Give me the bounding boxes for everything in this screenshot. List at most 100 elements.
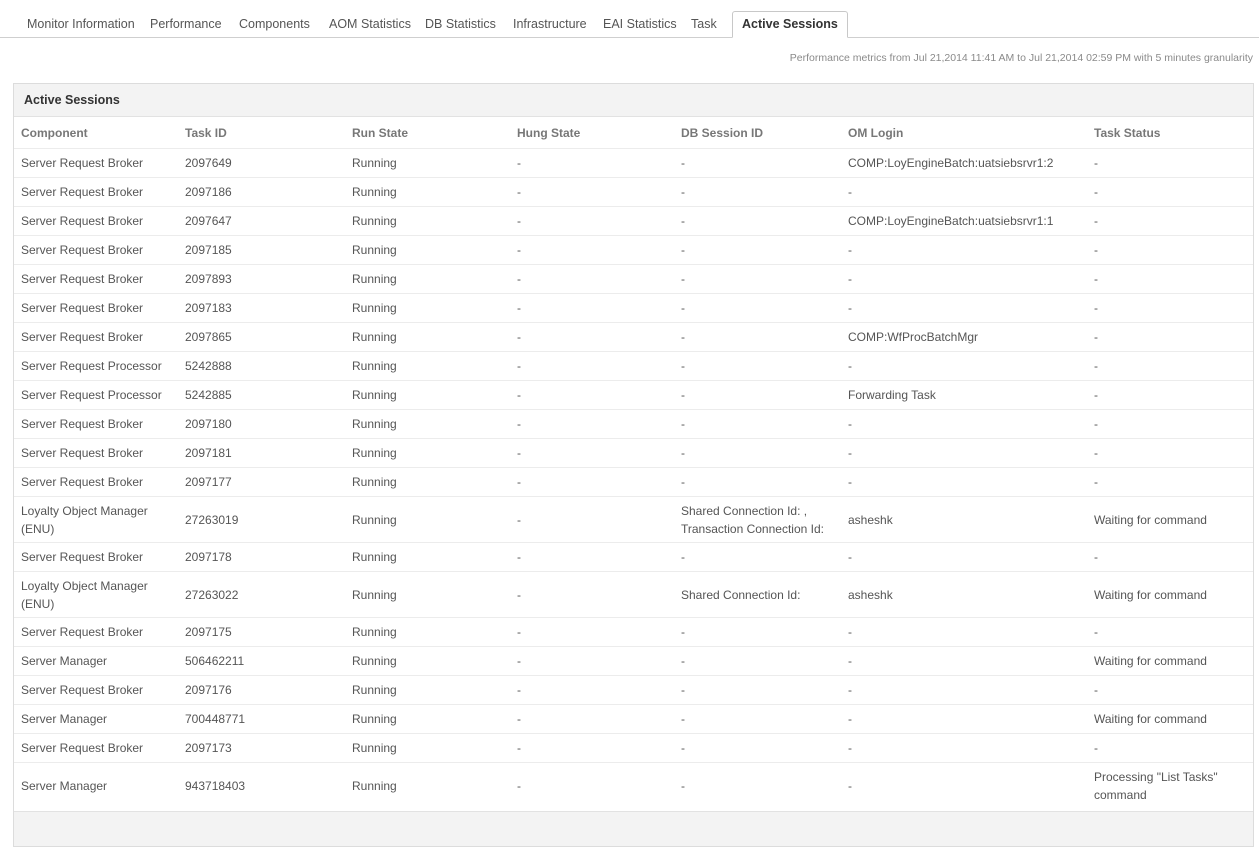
cell-om-login: asheshk bbox=[841, 571, 1087, 618]
column-header-om-login[interactable]: OM Login bbox=[841, 117, 1087, 149]
cell-component: Server Request Broker bbox=[14, 409, 178, 439]
cell-component: Loyalty Object Manager (ENU) bbox=[14, 496, 178, 543]
cell-om-login: - bbox=[841, 467, 1087, 497]
table-row[interactable]: Server Manager 700448771 Running - - - Waiting… bbox=[14, 704, 1253, 734]
table-row[interactable]: Server Request Broker 2097649 Running - - COM… bbox=[14, 148, 1253, 178]
cell-task-status: - bbox=[1087, 675, 1253, 705]
cell-component: Server Request Broker bbox=[14, 675, 178, 705]
table-row[interactable]: Server Request Processor 5242888 Running - -… bbox=[14, 351, 1253, 381]
table-row[interactable]: Server Request Broker 2097177 Running - - - - bbox=[14, 467, 1253, 497]
cell-task-id: 2097173 bbox=[178, 733, 345, 763]
table-row[interactable]: Loyalty Object Manager (ENU) 27263022 Runn… bbox=[14, 571, 1253, 618]
cell-task-status: - bbox=[1087, 351, 1253, 381]
cell-hung-state: - bbox=[510, 467, 674, 497]
active-sessions-panel: Active Sessions Component Task ID Run St… bbox=[13, 83, 1254, 847]
cell-task-status: Waiting for command bbox=[1087, 646, 1253, 676]
tab-db-statistics[interactable]: DB Statistics bbox=[416, 11, 505, 37]
cell-task-id: 2097175 bbox=[178, 617, 345, 647]
table-row[interactable]: Loyalty Object Manager (ENU) 27263019 Runn… bbox=[14, 496, 1253, 543]
cell-component: Server Request Broker bbox=[14, 206, 178, 236]
cell-task-id: 2097649 bbox=[178, 148, 345, 178]
table-row[interactable]: Server Request Broker 2097186 Running - - - - bbox=[14, 177, 1253, 207]
cell-component: Server Request Broker bbox=[14, 177, 178, 207]
table-row[interactable]: Server Request Broker 2097647 Running - - COM… bbox=[14, 206, 1253, 236]
tab-bar: Monitor Information Performance Componen… bbox=[0, 0, 1259, 38]
cell-db-session-id: - bbox=[674, 264, 841, 294]
cell-component: Server Request Broker bbox=[14, 322, 178, 352]
cell-db-session-id: - bbox=[674, 206, 841, 236]
cell-task-status: - bbox=[1087, 148, 1253, 178]
cell-om-login: - bbox=[841, 542, 1087, 572]
cell-task-status: - bbox=[1087, 177, 1253, 207]
cell-task-id: 506462211 bbox=[178, 646, 345, 676]
cell-run-state: Running bbox=[345, 733, 510, 763]
cell-om-login: - bbox=[841, 293, 1087, 323]
table-row[interactable]: Server Request Broker 2097178 Running - - - - bbox=[14, 542, 1253, 572]
cell-run-state: Running bbox=[345, 206, 510, 236]
cell-hung-state: - bbox=[510, 762, 674, 808]
cell-db-session-id: - bbox=[674, 293, 841, 323]
column-header-hung-state[interactable]: Hung State bbox=[510, 117, 674, 149]
cell-run-state: Running bbox=[345, 380, 510, 410]
table-row[interactable]: Server Request Broker 2097175 Running - - - - bbox=[14, 617, 1253, 647]
cell-om-login: - bbox=[841, 351, 1087, 381]
cell-db-session-id: - bbox=[674, 542, 841, 572]
tab-monitor-information[interactable]: Monitor Information bbox=[18, 11, 144, 37]
cell-db-session-id: Shared Connection Id: bbox=[674, 571, 841, 618]
column-header-component[interactable]: Component bbox=[14, 117, 178, 149]
table-row[interactable]: Server Manager 943718403 Running - - - Process… bbox=[14, 762, 1253, 808]
table-row[interactable]: Server Request Processor 5242885 Running - -… bbox=[14, 380, 1253, 410]
table-row[interactable]: Server Request Broker 2097893 Running - - - - bbox=[14, 264, 1253, 294]
tab-task[interactable]: Task bbox=[682, 11, 726, 37]
table-row[interactable]: Server Request Broker 2097865 Running - - COM… bbox=[14, 322, 1253, 352]
cell-component: Server Request Broker bbox=[14, 293, 178, 323]
cell-run-state: Running bbox=[345, 322, 510, 352]
cell-db-session-id: Shared Connection Id: , Transaction Conn… bbox=[674, 496, 841, 543]
cell-hung-state: - bbox=[510, 264, 674, 294]
cell-task-id: 2097865 bbox=[178, 322, 345, 352]
cell-task-id: 27263019 bbox=[178, 496, 345, 543]
cell-component: Server Request Broker bbox=[14, 438, 178, 468]
cell-task-id: 5242885 bbox=[178, 380, 345, 410]
tab-eai-statistics[interactable]: EAI Statistics bbox=[594, 11, 686, 37]
column-header-task-id[interactable]: Task ID bbox=[178, 117, 345, 149]
tab-infrastructure[interactable]: Infrastructure bbox=[504, 11, 596, 37]
cell-run-state: Running bbox=[345, 235, 510, 265]
cell-task-id: 2097176 bbox=[178, 675, 345, 705]
cell-run-state: Running bbox=[345, 177, 510, 207]
cell-om-login: - bbox=[841, 733, 1087, 763]
cell-run-state: Running bbox=[345, 351, 510, 381]
cell-db-session-id: - bbox=[674, 646, 841, 676]
column-header-db-session-id[interactable]: DB Session ID bbox=[674, 117, 841, 149]
cell-om-login: - bbox=[841, 762, 1087, 808]
cell-run-state: Running bbox=[345, 409, 510, 439]
table-row[interactable]: Server Request Broker 2097176 Running - - - - bbox=[14, 675, 1253, 705]
tab-components[interactable]: Components bbox=[230, 11, 319, 37]
cell-db-session-id: - bbox=[674, 704, 841, 734]
table-row[interactable]: Server Request Broker 2097185 Running - - - - bbox=[14, 235, 1253, 265]
column-header-task-status[interactable]: Task Status bbox=[1087, 117, 1253, 149]
cell-om-login: - bbox=[841, 177, 1087, 207]
tab-active-sessions[interactable]: Active Sessions bbox=[732, 11, 848, 38]
cell-task-status: - bbox=[1087, 542, 1253, 572]
cell-component: Server Request Processor bbox=[14, 351, 178, 381]
table-header-row: Component Task ID Run State Hung State D… bbox=[14, 117, 1253, 149]
table-row[interactable]: Server Request Broker 2097181 Running - - - - bbox=[14, 438, 1253, 468]
cell-component: Server Request Broker bbox=[14, 148, 178, 178]
cell-hung-state: - bbox=[510, 733, 674, 763]
cell-task-status: - bbox=[1087, 733, 1253, 763]
table-row[interactable]: Server Request Broker 2097183 Running - - - - bbox=[14, 293, 1253, 323]
cell-db-session-id: - bbox=[674, 438, 841, 468]
cell-hung-state: - bbox=[510, 542, 674, 572]
active-sessions-table: Component Task ID Run State Hung State D… bbox=[14, 117, 1253, 808]
cell-hung-state: - bbox=[510, 177, 674, 207]
table-row[interactable]: Server Request Broker 2097180 Running - - - - bbox=[14, 409, 1253, 439]
cell-hung-state: - bbox=[510, 293, 674, 323]
column-header-run-state[interactable]: Run State bbox=[345, 117, 510, 149]
tab-aom-statistics[interactable]: AOM Statistics bbox=[320, 11, 420, 37]
table-row[interactable]: Server Manager 506462211 Running - - - Waiting… bbox=[14, 646, 1253, 676]
cell-om-login: - bbox=[841, 235, 1087, 265]
tab-performance[interactable]: Performance bbox=[141, 11, 231, 37]
cell-hung-state: - bbox=[510, 617, 674, 647]
table-row[interactable]: Server Request Broker 2097173 Running - - - - bbox=[14, 733, 1253, 763]
